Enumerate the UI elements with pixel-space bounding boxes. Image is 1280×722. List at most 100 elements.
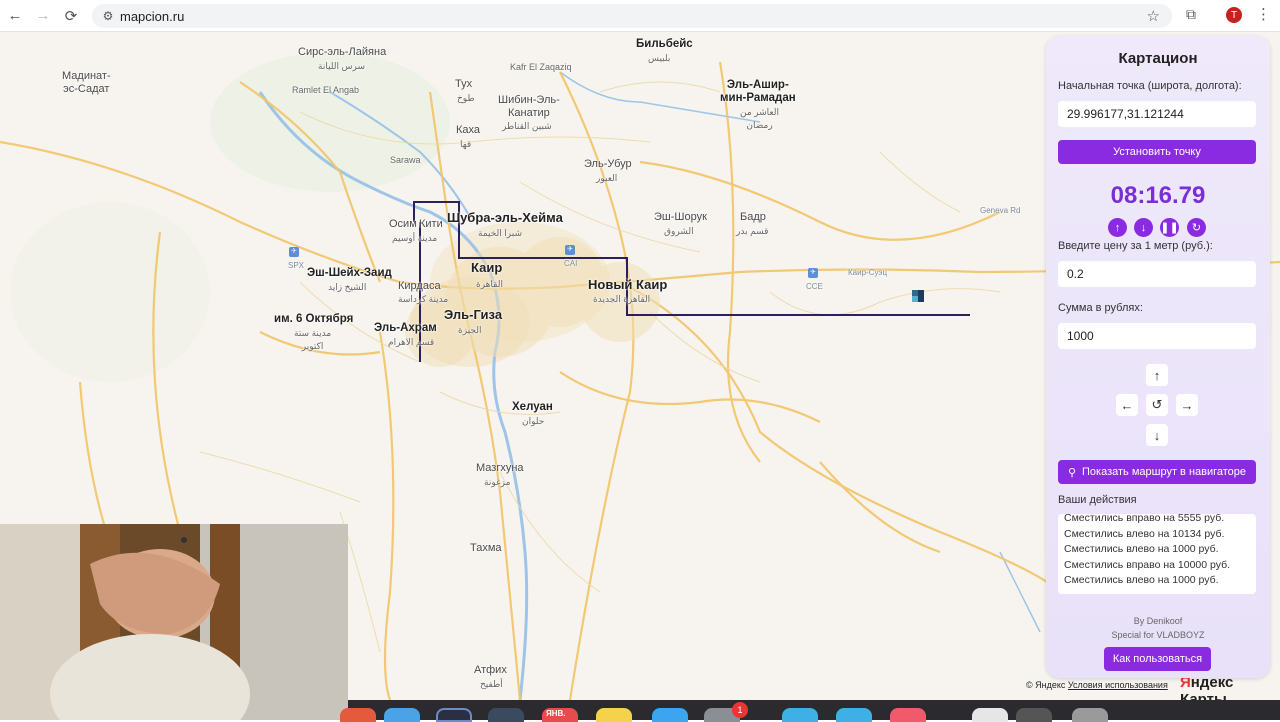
timer-display: 08:16.79 [1110, 182, 1206, 209]
map-label-sheikh-ar: الشيخ زايد [328, 282, 367, 292]
kartacion-panel: Картацион Начальная точка (широта, долго… [1046, 36, 1270, 678]
map-label-newcairo-ar: القاهرة الجديدة [593, 294, 651, 304]
map-label-atfih-ar: أطفيح [480, 679, 503, 689]
airport-icon[interactable]: ✈ [565, 245, 575, 255]
map-label-kiti: Кити [419, 218, 443, 230]
map-label-tukh: Тух [455, 78, 473, 90]
reload-icon[interactable]: ⟳ [58, 3, 84, 29]
copyright-text: © Яндекс [1026, 680, 1066, 690]
map-label-cce: CCE [806, 282, 823, 291]
url-text[interactable]: mapcion.ru [120, 9, 184, 24]
site-settings-icon[interactable]: ⚙ [96, 9, 120, 23]
credit-special: Special for VLADBOYZ [1111, 630, 1205, 640]
move-up-icon[interactable]: ↑ [1146, 364, 1168, 386]
bookmark-star-icon[interactable]: ☆ [1147, 7, 1160, 25]
map-label-oct6: им. 6 Октября [274, 313, 354, 325]
terms-link[interactable]: Условия использования [1068, 680, 1168, 690]
webcam-person-image [0, 524, 348, 720]
credit-author: By Denikoof [1133, 616, 1183, 626]
extensions-icon[interactable]: ⧉ [1186, 6, 1196, 23]
map-copyright: © Яндекс Условия использования [1026, 680, 1168, 690]
show-route-navigator-button[interactable]: ⚲ Показать маршрут в навигаторе [1058, 460, 1256, 484]
airport-icon[interactable]: ✈ [289, 247, 299, 257]
map-label-sarawa: Sarawa [390, 155, 421, 165]
actions-label: Ваши действия [1058, 494, 1137, 506]
arrow-down-icon[interactable]: ↓ [1134, 218, 1153, 237]
map-label-kirdasa: Кирдаса [398, 280, 441, 292]
webcam-overlay [0, 524, 348, 720]
map-label-shoruk-ar: الشروق [664, 226, 694, 236]
map-label-shibin-ar: شبين القناطر [502, 121, 552, 131]
map-label-kaha-ar: قها [460, 139, 472, 149]
sum-label: Сумма в рублях: [1058, 302, 1143, 314]
map-label-oct6-ar: مدينة ستة اكتوبر [294, 328, 332, 351]
map-label-cairo: Каир [471, 260, 503, 275]
how-to-use-button[interactable]: Как пользоваться [1104, 647, 1211, 671]
map-label-giza-ar: الجيزة [458, 325, 482, 335]
action-item: Сместились вправо на 10000 руб. [1064, 558, 1231, 571]
map-label-kaha: Каха [456, 124, 481, 136]
pause-icon[interactable]: ❚❚ [1160, 218, 1179, 237]
map-label-ahram-ar: قسم الاهرام [388, 337, 435, 347]
map-label-shubra: Шубра-эль-Хейма [447, 210, 563, 225]
action-item: Сместились влево на 10134 руб. [1064, 527, 1225, 540]
action-item: Сместились влево на 1000 руб. [1064, 543, 1219, 555]
actions-log[interactable]: Сместились вправо на 5555 руб. Сместилис… [1058, 514, 1256, 594]
map-label-sheikh: Эш-Шейх-Заид [307, 267, 392, 279]
route-icon: ⚲ [1067, 466, 1077, 479]
map-label-osim-ar: مدينة أوسيم [392, 233, 438, 243]
back-icon[interactable]: ← [2, 3, 28, 29]
airport-icon[interactable]: ✈ [808, 268, 818, 278]
map-label-kirdasa-ar: مدينة كرداسة [398, 294, 449, 304]
map-label-ashir: Эль-Ашир- мин-Рамадан [720, 79, 796, 104]
map-label-helwan: Хелуан [512, 401, 553, 413]
map-label-geneva: Geneva Rd [980, 206, 1021, 215]
map-label-karsuez: Каир-Суэц [848, 268, 888, 277]
start-point-label: Начальная точка (широта, долгота): [1058, 80, 1242, 92]
position-marker [912, 290, 924, 302]
start-point-input[interactable]: 29.996177,31.121244 [1058, 101, 1256, 127]
profile-avatar[interactable]: T [1226, 7, 1242, 23]
address-bar[interactable]: ⚙ mapcion.ru ☆ [92, 4, 1172, 28]
forward-icon[interactable]: → [30, 3, 56, 29]
map-label-ubur: Эль-Убур [584, 158, 632, 170]
map-label-ramlet: Ramlet El Angab [292, 85, 360, 95]
move-down-icon[interactable]: ↓ [1146, 424, 1168, 446]
map-label-tukh-ar: طوخ [457, 93, 475, 103]
action-item: Сместились вправо на 5555 руб. [1064, 514, 1225, 524]
map-label-badr-ar: قسم بدر [736, 226, 769, 236]
map-label-kafr: Kafr El Zaqaziq [510, 62, 572, 72]
price-input[interactable]: 0.2 [1058, 261, 1256, 287]
panel-title: Картацион [1118, 50, 1198, 67]
map-label-sirs-ar: سرس الليانة [318, 61, 366, 71]
map-label-mazg-ar: مزغونة [484, 477, 511, 487]
map-label-atfih: Атфих [474, 664, 507, 676]
map-label-osim: Осим [389, 218, 417, 230]
map-label-giza: Эль-Гиза [444, 307, 503, 322]
refresh-icon[interactable]: ↻ [1187, 218, 1206, 237]
move-left-icon[interactable]: ← [1116, 394, 1138, 416]
sum-input[interactable]: 1000 [1058, 323, 1256, 349]
action-item: Сместились влево на 1000 руб. [1064, 574, 1219, 586]
map-label-shibin: Шибин-Эль- Канатир [498, 94, 560, 119]
reset-rotate-icon[interactable]: ↺ [1146, 394, 1168, 416]
arrow-up-icon[interactable]: ↑ [1108, 218, 1127, 237]
map-label-shoruk: Эш-Шорук [654, 211, 707, 223]
map-label-spx: SPX [288, 261, 305, 270]
map-label-mazg: Мазгхуна [476, 462, 524, 474]
map-label-helwan-ar: حلوان [522, 416, 545, 426]
map-label-sirs: Сирс-эль-Лайяна [298, 46, 387, 58]
move-right-icon[interactable]: → [1176, 394, 1198, 416]
map-label-cairo-ar: القاهرة [476, 279, 503, 289]
calendar-month: ЯНВ. [546, 709, 566, 718]
map-label-ahram: Эль-Ахрам [374, 322, 437, 334]
browser-toolbar: ← → ⟳ ⚙ mapcion.ru ☆ ⧉ T ⋮ [0, 0, 1280, 32]
map-label-shubra-ar: شبرا الخيمة [478, 228, 523, 238]
credits: By Denikoof Special for VLADBOYZ [1046, 614, 1270, 642]
set-point-button[interactable]: Установить точку [1058, 140, 1256, 164]
map-label-ubur-ar: العبور [596, 173, 618, 183]
map-label-madinat: Мадинат- эс-Садат [62, 70, 111, 95]
browser-menu-icon[interactable]: ⋮ [1256, 5, 1271, 23]
navigator-button-label: Показать маршрут в навигаторе [1082, 466, 1247, 478]
map-label-badr: Бадр [740, 211, 766, 223]
